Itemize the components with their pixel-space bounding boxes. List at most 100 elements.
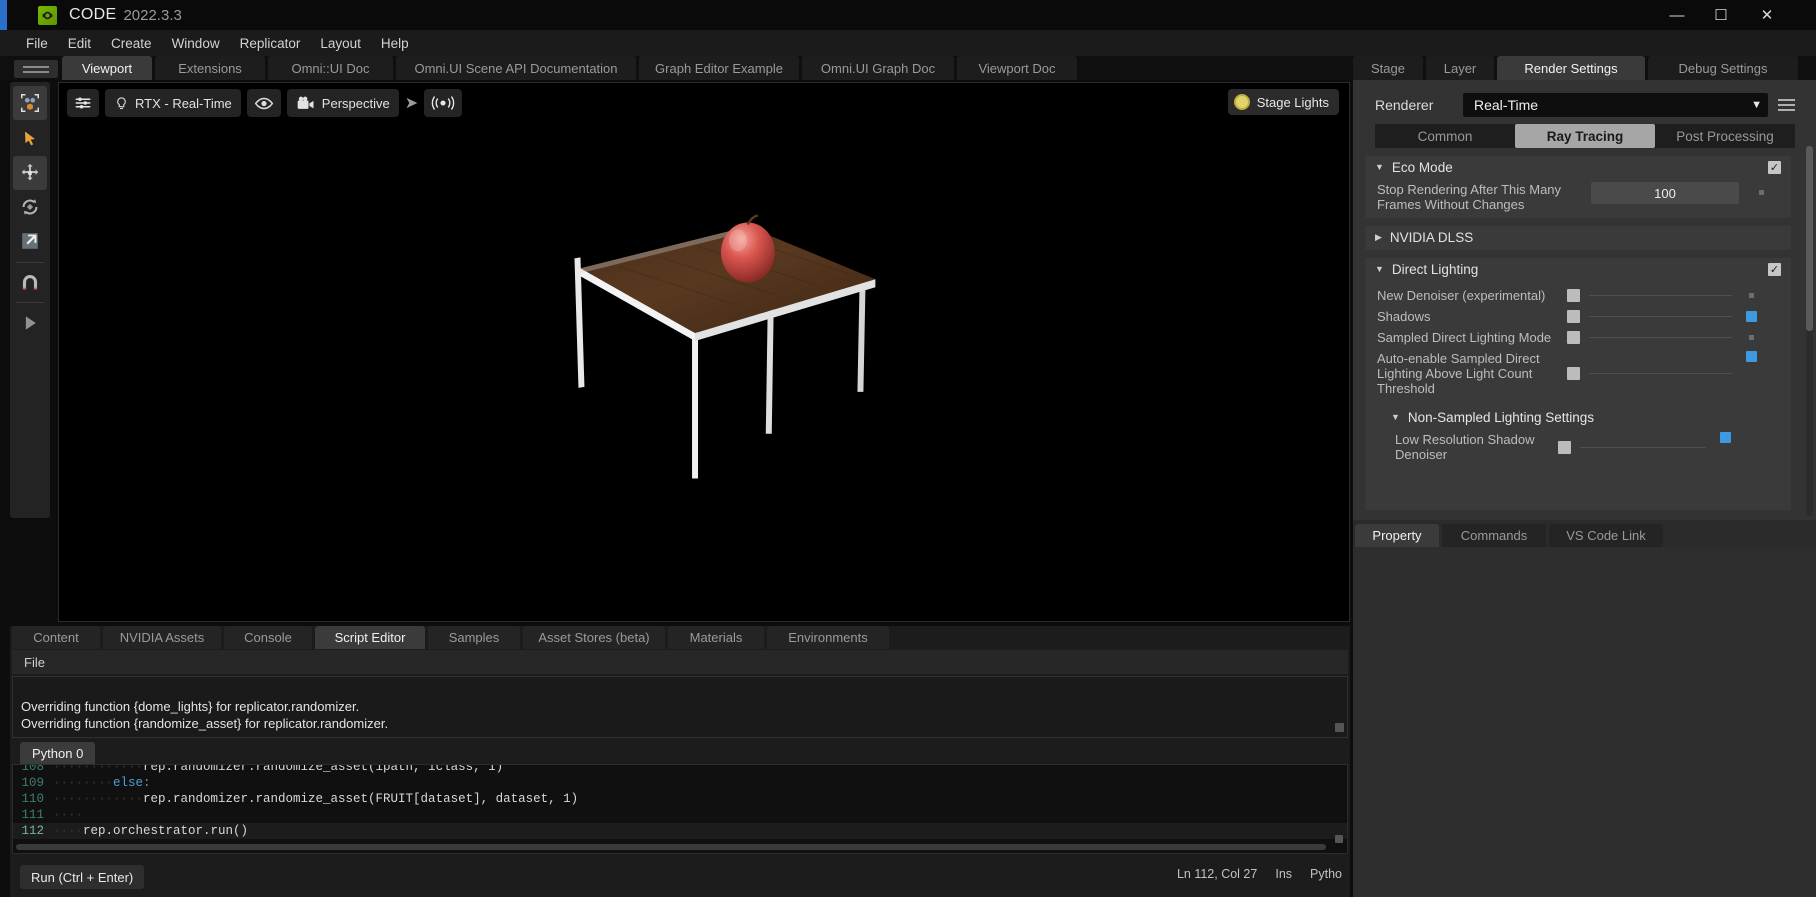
tab-nvidia-assets[interactable]: NVIDIA Assets — [103, 626, 221, 649]
render-settings-scrollbar[interactable] — [1806, 146, 1813, 516]
triangle-down-icon[interactable]: ▼ — [1391, 412, 1400, 422]
low-res-state-marker[interactable] — [1720, 432, 1731, 443]
row-stop-rendering-frames: Stop Rendering After This Many Frames Wi… — [1365, 178, 1791, 212]
auto-enable-state-marker[interactable] — [1746, 351, 1757, 362]
auto-enable-sampled-checkbox[interactable] — [1567, 367, 1580, 380]
subsection-non-sampled-lighting-header[interactable]: ▼ Non-Sampled Lighting Settings — [1365, 406, 1791, 428]
camera-button[interactable]: Perspective — [286, 89, 399, 117]
tab-vs-code-link[interactable]: VS Code Link — [1549, 524, 1663, 547]
segment-ray-tracing[interactable]: Ray Tracing — [1515, 124, 1655, 148]
render-settings-panel: Renderer Real-Time ▼ Common Ray Tracing … — [1353, 80, 1816, 520]
render-settings-scroll-thumb[interactable] — [1806, 146, 1813, 331]
tab-samples[interactable]: Samples — [428, 626, 520, 649]
visibility-button[interactable] — [246, 89, 281, 117]
tab-omni-ui-scene-api-documentation[interactable]: Omni.UI Scene API Documentation — [396, 56, 636, 80]
segment-common[interactable]: Common — [1375, 124, 1515, 148]
code-editor[interactable]: 108 ············ rep.randomizer.randomize… — [12, 764, 1348, 854]
stage-lights-label: Stage Lights — [1256, 94, 1329, 110]
tab-environments[interactable]: Environments — [767, 626, 889, 649]
new-denoiser-slider[interactable] — [1589, 295, 1732, 296]
tab-property[interactable]: Property — [1355, 524, 1439, 547]
section-nvidia-dlss[interactable]: ▶ NVIDIA DLSS — [1365, 226, 1791, 250]
code-line: 110 ············ rep.randomizer.randomize… — [13, 791, 1347, 807]
sampled-direct-lighting-mode-slider[interactable] — [1589, 337, 1732, 338]
direct-lighting-checkbox[interactable]: ✓ — [1768, 262, 1781, 276]
shadows-state-marker[interactable] — [1746, 311, 1757, 322]
broadcast-button[interactable] — [424, 89, 463, 117]
reset-marker-icon[interactable] — [1749, 335, 1754, 340]
rotate-tool-icon[interactable] — [13, 190, 47, 224]
section-direct-lighting-header[interactable]: ▼ Direct Lighting ✓ — [1365, 258, 1791, 280]
new-denoiser-checkbox[interactable] — [1567, 289, 1580, 302]
play-icon[interactable] — [13, 306, 47, 340]
low-res-shadow-denoiser-slider[interactable] — [1580, 446, 1706, 448]
insert-mode: Ins — [1275, 867, 1293, 881]
close-button[interactable]: ✕ — [1752, 3, 1782, 27]
tab-stage[interactable]: Stage — [1353, 56, 1423, 80]
row-sampled-direct-lighting-mode: Sampled Direct Lighting Mode — [1365, 324, 1791, 345]
renderer-select[interactable]: Real-Time ▼ — [1463, 93, 1768, 117]
scale-tool-icon[interactable] — [13, 224, 47, 258]
log-scroll-handle[interactable] — [1335, 723, 1344, 732]
menu-replicator[interactable]: Replicator — [230, 33, 311, 54]
maximize-button[interactable]: ☐ — [1706, 3, 1736, 27]
script-editor-log[interactable]: Overriding function {dome_lights} for re… — [12, 676, 1348, 738]
dock-handle-icon[interactable] — [14, 60, 58, 78]
auto-enable-sampled-slider[interactable] — [1589, 373, 1732, 374]
section-eco-mode-header[interactable]: ▼ Eco Mode ✓ — [1365, 156, 1791, 178]
language-mode: Pytho — [1310, 867, 1342, 881]
menu-edit[interactable]: Edit — [58, 33, 101, 54]
shadows-slider[interactable] — [1589, 316, 1732, 317]
menu-create[interactable]: Create — [101, 33, 162, 54]
tab-omni-ui-doc[interactable]: Omni::UI Doc — [268, 56, 393, 80]
tab-asset-stores[interactable]: Asset Stores (beta) — [523, 626, 665, 649]
viewport-settings-button[interactable] — [67, 89, 99, 117]
run-button[interactable]: Run (Ctrl + Enter) — [20, 865, 145, 889]
tab-script-editor[interactable]: Script Editor — [315, 626, 425, 649]
reset-marker-icon[interactable] — [1749, 293, 1754, 298]
sampled-direct-lighting-mode-checkbox[interactable] — [1567, 331, 1580, 344]
tab-viewport[interactable]: Viewport — [62, 56, 152, 80]
stage-lights-button[interactable]: Stage Lights — [1227, 89, 1339, 115]
tab-extensions[interactable]: Extensions — [155, 56, 265, 80]
hamburger-menu-icon[interactable] — [1778, 99, 1795, 111]
minimize-button[interactable]: — — [1662, 3, 1692, 27]
tab-console[interactable]: Console — [224, 626, 312, 649]
section-nvidia-dlss-header[interactable]: ▶ NVIDIA DLSS — [1365, 226, 1791, 248]
viewport-3d[interactable]: RTX - Real-Time Perspective ➤ Stage Ligh… — [58, 82, 1350, 622]
snap-magnet-icon[interactable] — [13, 266, 47, 300]
tab-viewport-doc[interactable]: Viewport Doc — [957, 56, 1077, 80]
cursor-arrow-icon[interactable] — [13, 122, 47, 156]
triangle-down-icon[interactable]: ▼ — [1375, 264, 1384, 274]
triangle-down-icon[interactable]: ▼ — [1375, 162, 1384, 172]
tab-python-0[interactable]: Python 0 — [20, 742, 96, 764]
render-mode-button[interactable]: RTX - Real-Time — [105, 89, 241, 117]
select-objects-icon[interactable] — [13, 86, 47, 120]
eco-mode-checkbox[interactable]: ✓ — [1768, 160, 1781, 174]
tab-layer[interactable]: Layer — [1426, 56, 1494, 80]
low-res-shadow-denoiser-checkbox[interactable] — [1558, 440, 1571, 454]
move-tool-icon[interactable] — [13, 156, 47, 190]
code-scroll-handle[interactable] — [1335, 835, 1343, 843]
broadcast-icon — [431, 96, 455, 110]
reset-marker-icon[interactable] — [1759, 190, 1764, 195]
stop-rendering-frames-input[interactable]: 100 — [1591, 182, 1739, 204]
menu-help[interactable]: Help — [371, 33, 419, 54]
code-horizontal-scrollbar[interactable] — [16, 844, 1326, 850]
segment-post-processing[interactable]: Post Processing — [1655, 124, 1795, 148]
triangle-right-icon[interactable]: ▶ — [1375, 232, 1382, 243]
menu-window[interactable]: Window — [162, 33, 230, 54]
tab-graph-editor-example[interactable]: Graph Editor Example — [639, 56, 799, 80]
chevron-double-right-icon[interactable]: ➤ — [405, 93, 418, 113]
menu-layout[interactable]: Layout — [310, 33, 371, 54]
menu-file[interactable]: File — [16, 33, 58, 54]
tab-debug-settings[interactable]: Debug Settings — [1648, 56, 1798, 80]
shadows-checkbox[interactable] — [1567, 310, 1580, 323]
tab-render-settings[interactable]: Render Settings — [1497, 56, 1645, 80]
section-title: Eco Mode — [1391, 159, 1453, 175]
tab-omni-ui-graph-doc[interactable]: Omni.UI Graph Doc — [802, 56, 954, 80]
menu-file-script-editor[interactable]: File — [24, 655, 45, 670]
tab-commands[interactable]: Commands — [1442, 524, 1546, 547]
tab-materials[interactable]: Materials — [668, 626, 764, 649]
tab-content[interactable]: Content — [12, 626, 100, 649]
